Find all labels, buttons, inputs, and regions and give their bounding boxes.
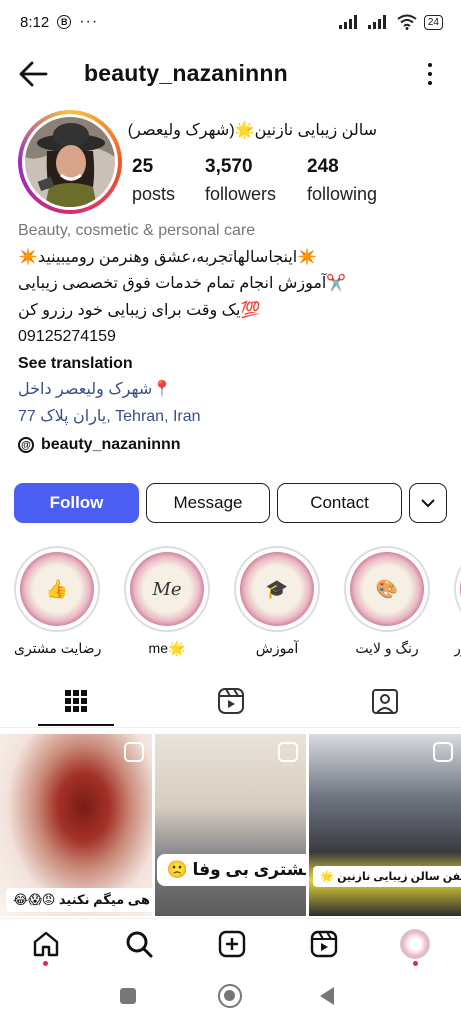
- posts-count[interactable]: 25 posts: [132, 156, 175, 205]
- signal-icon: [338, 15, 357, 29]
- tagged-tab-icon[interactable]: [370, 686, 400, 716]
- highlight-label: me🌟: [148, 640, 186, 656]
- home-system-icon[interactable]: [218, 984, 242, 1008]
- address-city: Tehran, Iran: [115, 407, 201, 425]
- active-tab-indicator: [38, 724, 114, 726]
- profile-category: Beauty, cosmetic & personal care: [18, 222, 256, 239]
- profile-bio: Beauty, cosmetic & personal care ✴️اینجا…: [18, 218, 448, 430]
- back-arrow-icon[interactable]: [18, 60, 48, 88]
- bio-line: ✴️اینجاسالهاتجربه،عشق وهنرمن رومیبینید✴️: [18, 248, 318, 266]
- posts-label: posts: [132, 184, 176, 204]
- reels-icon[interactable]: [309, 929, 339, 959]
- followers-count[interactable]: 3,570 followers: [205, 156, 276, 205]
- battery-icon: 24: [423, 14, 443, 30]
- search-icon[interactable]: [124, 929, 154, 959]
- post-caption: مشتری بی وفا 🙁: [156, 854, 307, 886]
- threads-badge[interactable]: @ beauty_nazaninnn: [18, 436, 181, 454]
- contact-button[interactable]: Contact: [277, 483, 402, 523]
- post-caption: هی میگم نکنید 😡😱😂: [6, 888, 152, 912]
- following-label: following: [307, 184, 378, 204]
- profile-notification-dot: [413, 961, 418, 966]
- highlight-item[interactable]: 🎓 آموزش: [234, 546, 320, 657]
- location-address[interactable]: یاران پلاک 77, Tehran, Iran: [18, 404, 448, 431]
- profile-full-name: سالن زیبایی نازنین🌟(شهرک ولیعصر): [127, 122, 377, 139]
- see-translation-link[interactable]: See translation: [18, 351, 448, 378]
- notification-b-icon: B: [57, 15, 72, 29]
- more-notifications-icon: ···: [79, 13, 99, 30]
- highlight-item[interactable]: تور: [454, 546, 461, 657]
- address-prefix: یاران پلاک 77: [18, 407, 107, 425]
- follow-button[interactable]: Follow: [14, 483, 139, 523]
- profile-avatar[interactable]: [18, 110, 122, 214]
- post-thumbnail[interactable]: پرسنل خفن سالن زیبایی نازنین 🌟: [309, 734, 461, 916]
- highlight-label: تور: [454, 640, 461, 656]
- following-count[interactable]: 248 following: [307, 156, 377, 205]
- highlight-cover: Me: [130, 552, 204, 626]
- threads-handle: beauty_nazaninnn: [41, 436, 181, 453]
- profile-header: beauty_nazaninnn: [0, 50, 461, 98]
- status-bar: 8:12 B ··· 24: [0, 0, 461, 44]
- header-username: beauty_nazaninnn: [84, 60, 288, 86]
- reel-icon: [433, 742, 454, 762]
- create-post-icon[interactable]: [217, 929, 247, 959]
- followers-value: 3,570: [205, 156, 253, 177]
- more-options-icon[interactable]: [425, 60, 435, 88]
- post-thumbnail[interactable]: مشتری بی وفا 🙁: [154, 734, 307, 916]
- profile-avatar-tab[interactable]: [400, 929, 430, 959]
- posts-value: 25: [132, 156, 154, 177]
- avatar-image: [25, 117, 115, 207]
- reels-tab-icon[interactable]: [216, 686, 246, 716]
- message-button[interactable]: Message: [146, 483, 270, 523]
- posts-grid: هی میگم نکنید 😡😱😂 مشتری بی وفا 🙁 پرسنل خ…: [0, 734, 461, 916]
- grid-tab-icon[interactable]: [61, 686, 91, 716]
- highlight-item[interactable]: 🎨 رنگ و لایت: [344, 546, 430, 657]
- profile-tabs: [0, 678, 461, 728]
- clock: 8:12: [20, 13, 50, 31]
- threads-icon: @: [18, 437, 34, 453]
- bottom-navigation: [0, 918, 461, 972]
- highlight-label: رضایت مشتری: [14, 640, 102, 656]
- location-line[interactable]: 📍شهرک ولیعصر داخل: [18, 377, 448, 404]
- home-notification-dot: [43, 961, 48, 966]
- signal-icon-2: [367, 15, 386, 29]
- highlight-item[interactable]: 👍 رضایت مشتری: [14, 546, 102, 657]
- suggested-chevron-button[interactable]: [409, 483, 447, 523]
- highlight-cover: 👍: [20, 552, 94, 626]
- post-thumbnail[interactable]: هی میگم نکنید 😡😱😂: [0, 734, 152, 916]
- chevron-down-icon: [421, 498, 435, 507]
- highlight-label: آموزش: [255, 640, 299, 656]
- system-navigation: [0, 972, 461, 1024]
- home-icon[interactable]: [31, 929, 61, 959]
- highlight-label: رنگ و لایت: [355, 640, 419, 656]
- recent-apps-icon[interactable]: [120, 988, 136, 1004]
- reel-icon: [278, 742, 299, 762]
- post-caption: پرسنل خفن سالن زیبایی نازنین 🌟: [313, 866, 461, 887]
- back-system-icon[interactable]: [318, 986, 336, 1006]
- highlight-cover: 🎓: [240, 552, 314, 626]
- followers-label: followers: [205, 184, 277, 204]
- bio-line: ✂️آموزش انجام تمام خدمات فوق تخصصی زیبای…: [18, 275, 347, 292]
- reel-icon: [123, 742, 144, 762]
- following-value: 248: [307, 156, 339, 177]
- bio-phone: 09125274159: [18, 328, 116, 345]
- bio-line: 💯یک وقت برای زیبایی خود رزرو کن: [18, 301, 261, 319]
- highlight-item[interactable]: Me me🌟: [124, 546, 210, 657]
- wifi-icon: [397, 14, 417, 30]
- highlight-cover: 🎨: [350, 552, 424, 626]
